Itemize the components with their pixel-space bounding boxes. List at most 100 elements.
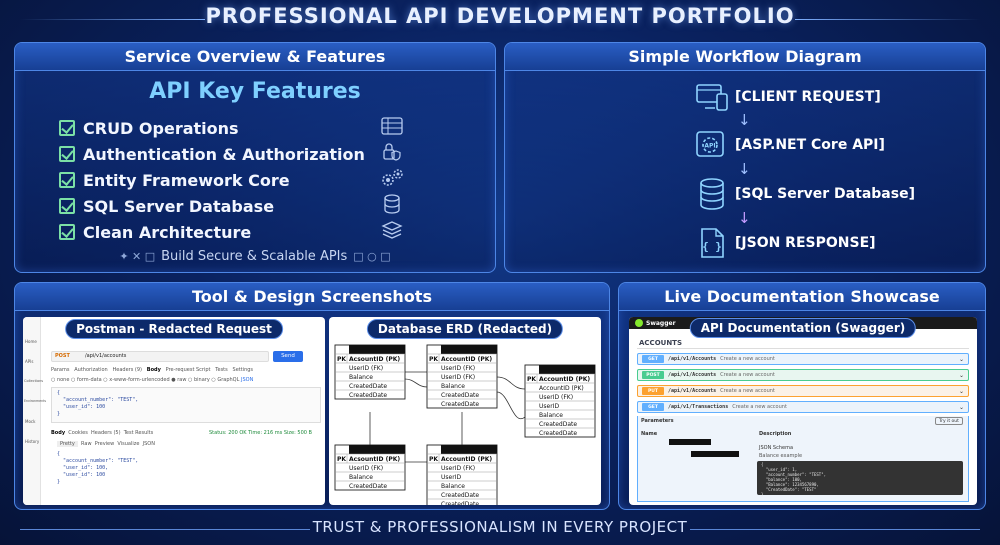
postman-label: Postman - Redacted Request [65, 319, 283, 339]
workflow-step-label: [ASP.NET Core API] [735, 137, 885, 153]
tab-tests[interactable]: Tests [215, 367, 227, 373]
endpoint-row[interactable]: GET/api/v1/Accounts Create a new account ⌄ [637, 353, 969, 365]
tab-body[interactable]: Body [147, 367, 161, 373]
erd-column: UserID [441, 474, 461, 481]
body-type-options: ○ none ○ form-data ○ x-www-form-urlencod… [51, 377, 254, 383]
arrow-down-icon: ↓ [738, 111, 751, 129]
endpoint-row[interactable]: PUT/api/v1/Accounts Create a new account ⌄ [637, 385, 969, 397]
redacted-table-name [441, 445, 497, 454]
body-type-option[interactable]: form-data [77, 377, 102, 383]
chevron-down-icon[interactable]: ⌄ [959, 356, 964, 363]
tools-panel: Tool & Design Screenshots Postman - Reda… [14, 282, 610, 510]
schema-label: JSON Schema [759, 445, 794, 451]
method-select[interactable]: POST [55, 353, 70, 359]
body-type-option[interactable]: binary [194, 377, 210, 383]
chevron-down-icon[interactable]: ⌄ [959, 404, 964, 411]
send-button[interactable]: Send [273, 351, 303, 362]
redacted-block [691, 451, 739, 457]
endpoint-row[interactable]: GET/api/v1/Transactions Create a new acco… [637, 401, 969, 413]
database-icon [379, 191, 405, 217]
view-pretty[interactable]: Pretty [57, 441, 78, 447]
sidebar-item-history[interactable]: History [25, 439, 39, 444]
workflow-step-label: [JSON RESPONSE] [735, 235, 876, 251]
tab-authorization[interactable]: Authorization [74, 367, 108, 373]
tab-pre-request[interactable]: Pre-request Script [166, 367, 211, 373]
body-type-option[interactable]: x-www-form-urlencoded [109, 377, 169, 383]
pk-label: PK [527, 376, 536, 383]
tagline: ✦ ✕ □ Build Secure & Scalable APIs □ ○ □ [15, 249, 495, 264]
view-json[interactable]: JSON [143, 441, 155, 447]
erd-column: Balance [349, 474, 373, 481]
section-title[interactable]: ACCOUNTS [639, 339, 682, 347]
erd-column: Balance [539, 412, 563, 419]
overview-panel: Service Overview & Features API Key Feat… [14, 42, 496, 273]
http-method-badge: GET [642, 355, 664, 363]
section-divider [637, 348, 969, 349]
feature-label: Clean Architecture [83, 222, 252, 242]
relationship-line [404, 378, 428, 388]
sidebar-item-environments[interactable]: Environments [24, 399, 46, 403]
endpoint-description: Create a new account [720, 372, 775, 378]
erd-table: PK AcsountID (PK) UserID (FK) Balance Create… [334, 444, 406, 491]
url-input[interactable]: /api/v1/accounts [85, 353, 126, 359]
overview-panel-header: Service Overview & Features [15, 43, 495, 71]
relationship-line [496, 391, 526, 420]
try-it-out-button[interactable]: Try it out [935, 417, 963, 425]
workflow-step-label: [SQL Server Database] [735, 186, 915, 202]
body-type-option[interactable]: raw [177, 377, 186, 383]
sidebar-item-mock[interactable]: Mock [25, 419, 35, 424]
erd-column: CreatedDate [349, 392, 387, 399]
tab-response-body[interactable]: Body [51, 430, 65, 436]
tab-params[interactable]: Params [51, 367, 69, 373]
tab-test-results[interactable]: Test Results [124, 430, 154, 436]
redacted-block [669, 439, 711, 445]
checkbox-icon [59, 224, 75, 240]
parameters-heading: Parameters [641, 418, 674, 424]
tab-settings[interactable]: Settings [233, 367, 254, 373]
sidebar-item-apis[interactable]: APIs [25, 359, 33, 364]
url-bar[interactable] [51, 351, 269, 362]
arrow-down-icon: ↓ [738, 160, 751, 178]
checkbox-icon [59, 172, 75, 188]
erd-table: PK AccountID (PK) AccountID (PK) UserID (FK… [524, 364, 596, 438]
tab-headers[interactable]: Headers (9) [113, 367, 142, 373]
tab-response-headers[interactable]: Headers (5) [91, 430, 120, 436]
workflow-step-json: { } [JSON RESPONSE] [695, 227, 876, 259]
body-type-option[interactable]: none [57, 377, 69, 383]
docs-panel-header: Live Documentation Showcase [619, 283, 985, 311]
tab-cookies[interactable]: Cookies [68, 430, 88, 436]
sidebar-item-collections[interactable]: Collections [24, 379, 43, 383]
erd-table: PK AcsountID (PK) UserID (FK) Balance Create… [334, 344, 406, 400]
endpoint-path: /api/v1/Accounts [668, 356, 717, 362]
endpoint-description: Create a new account [732, 404, 787, 410]
sidebar-item-home[interactable]: Home [25, 339, 37, 344]
erd-column: AccountID (PK) [539, 385, 584, 392]
view-raw[interactable]: Raw [81, 441, 92, 447]
view-visualize[interactable]: Visualize [117, 441, 139, 447]
table-icon [379, 113, 405, 139]
column-name: Name [641, 431, 658, 437]
tools-panel-header: Tool & Design Screenshots [15, 283, 609, 311]
erd-table: PK AccountID (PK) UserID (FK) UserID Balance… [426, 444, 498, 505]
erd-column: UserID (FK) [349, 365, 383, 372]
chevron-down-icon[interactable]: ⌄ [959, 372, 964, 379]
http-method-badge: GET [642, 403, 664, 411]
checkbox-icon [59, 198, 75, 214]
erd-column: CreatedDate [349, 483, 387, 490]
erd-column: AccountID (PK) [539, 376, 590, 383]
erd-column: CreatedDate [441, 392, 479, 399]
erd-screenshot: Database ERD (Redacted) PK AcsountID (PK)… [329, 317, 601, 505]
view-preview[interactable]: Preview [95, 441, 114, 447]
endpoint-row[interactable]: POST/api/v1/Accounts Create a new account… [637, 369, 969, 381]
column-description: Description [759, 431, 792, 437]
chevron-down-icon[interactable]: ⌄ [959, 388, 964, 395]
erd-column: UserID (FK) [539, 394, 573, 401]
endpoint-description: Create a new account [720, 356, 775, 362]
erd-column: CreatedDate [441, 501, 479, 505]
erd-column: Balance [441, 383, 465, 390]
svg-text:API: API [704, 143, 715, 150]
body-type-option[interactable]: GraphQL [217, 377, 239, 383]
body-format-select[interactable]: JSON [241, 377, 253, 383]
svg-text:{ }: { } [702, 240, 722, 253]
pk-label: PK [429, 356, 438, 363]
